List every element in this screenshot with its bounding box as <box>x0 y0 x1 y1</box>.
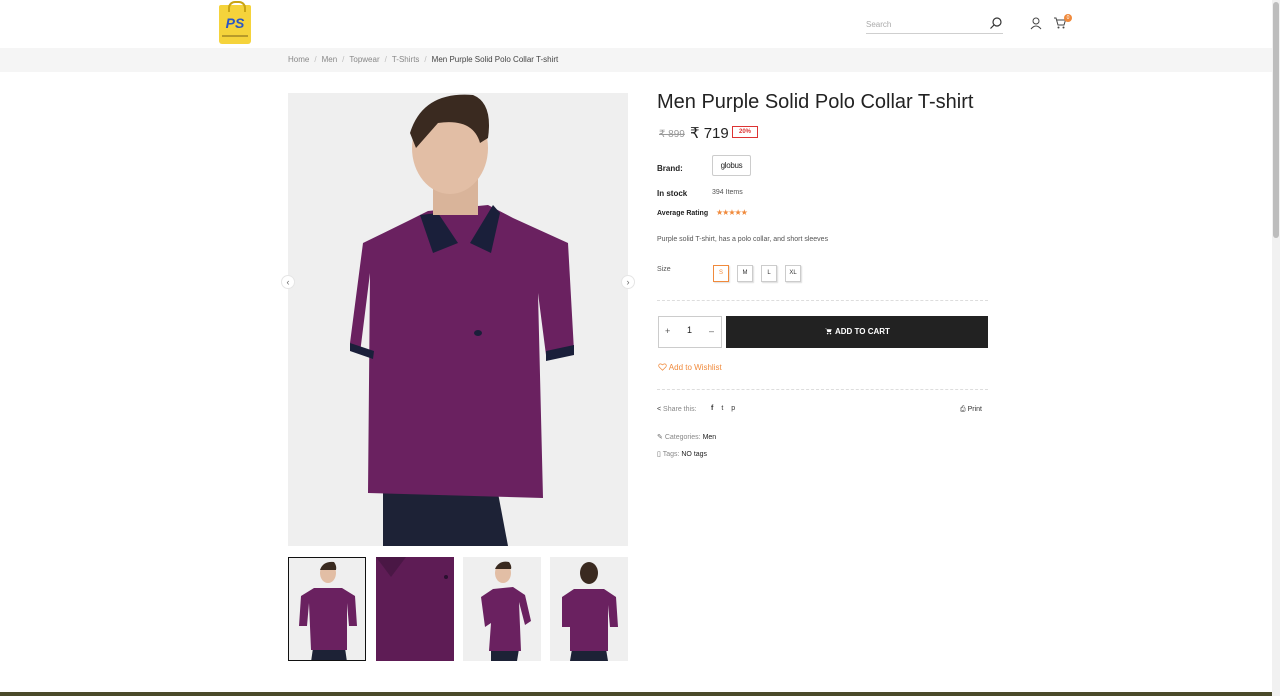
rating-stars: ★★★★★ <box>716 208 748 217</box>
share-icon: < <box>657 406 662 413</box>
product-description: Purple solid T-shirt, has a polo collar,… <box>657 236 829 243</box>
breadcrumb: Home / Men / Topwear / T-Shirts / Men Purple Sol… <box>288 55 559 64</box>
qty-increase-button[interactable]: + <box>665 326 670 336</box>
cart-count-badge: 0 <box>1064 14 1072 22</box>
gallery-next-arrow[interactable]: › <box>621 275 635 289</box>
categories-row: ✎ Categories: Men <box>657 433 716 441</box>
gallery-prev-arrow[interactable]: ‹ <box>281 275 295 289</box>
breadcrumb-bar: Home / Men / Topwear / T-Shirts / Men Purple Sol… <box>0 48 1272 72</box>
logo-text: PS <box>225 15 245 31</box>
wishlist-label: Add to Wishlist <box>668 363 722 372</box>
tags-row: ▯ Tags: NO tags <box>657 450 707 458</box>
breadcrumb-current: Men Purple Solid Polo Collar T-shirt <box>431 55 559 64</box>
tags-label: Tags: <box>662 451 680 458</box>
search-input[interactable] <box>866 15 984 34</box>
gallery-thumbnail-2[interactable] <box>376 557 454 661</box>
add-to-cart-button[interactable]: ADD TO CART <box>726 316 988 348</box>
twitter-icon[interactable]: t <box>721 405 723 412</box>
user-icon[interactable] <box>1029 16 1043 30</box>
product-title: Men Purple Solid Polo Collar T-shirt <box>657 91 974 113</box>
discount-badge: 20% <box>732 126 758 138</box>
print-button[interactable]: ⎙ Print <box>960 406 982 414</box>
size-option-xl[interactable]: XL <box>785 265 801 282</box>
footer-edge <box>0 692 1272 696</box>
divider <box>657 300 988 301</box>
size-option-s[interactable]: S <box>713 265 729 282</box>
size-label: Size <box>657 266 671 273</box>
stock-value: 394 Items <box>712 189 743 196</box>
original-price: ₹ 899 <box>659 129 685 140</box>
model-photo <box>288 93 628 546</box>
brand-logo[interactable]: globus <box>712 155 751 176</box>
add-to-wishlist-link[interactable]: Add to Wishlist <box>658 363 722 372</box>
qty-decrease-button[interactable]: – <box>709 326 714 336</box>
breadcrumb-men[interactable]: Men <box>322 55 338 64</box>
stock-label: In stock <box>657 189 688 198</box>
pinterest-icon[interactable]: p <box>731 405 735 412</box>
tags-value: NO tags <box>681 451 708 458</box>
cart-icon <box>825 328 832 335</box>
printer-icon: ⎙ <box>960 406 966 413</box>
divider <box>657 389 988 390</box>
add-to-cart-label: ADD TO CART <box>834 327 890 336</box>
share-label: Share this: <box>663 406 697 413</box>
social-links: ftp <box>711 405 743 412</box>
brand-label: Brand: <box>657 164 683 173</box>
share-section: < Share this: <box>657 406 697 413</box>
qty-value[interactable]: 1 <box>687 325 692 335</box>
heart-icon <box>658 363 667 371</box>
rating-label: Average Rating <box>657 210 709 217</box>
sale-price: ₹ 719 <box>690 125 729 142</box>
tag-icon: ▯ <box>657 451 661 458</box>
size-option-m[interactable]: M <box>737 265 753 282</box>
facebook-icon[interactable]: f <box>711 405 713 412</box>
pencil-icon: ✎ <box>657 434 663 441</box>
size-option-l[interactable]: L <box>761 265 777 282</box>
category-link-men[interactable]: Men <box>703 434 717 441</box>
store-logo[interactable]: PS <box>219 1 251 44</box>
breadcrumb-topwear[interactable]: Topwear <box>349 55 379 64</box>
breadcrumb-home[interactable]: Home <box>288 55 309 64</box>
search-icon[interactable] <box>989 16 1003 30</box>
breadcrumb-tshirts[interactable]: T-Shirts <box>392 55 420 64</box>
product-main-image[interactable] <box>288 93 628 546</box>
top-navbar: PS 0 <box>0 0 1272 48</box>
gallery-thumbnail-1[interactable] <box>288 557 366 661</box>
search-box <box>866 14 1003 34</box>
gallery-thumbnail-3[interactable] <box>463 557 541 661</box>
scrollbar-thumb[interactable] <box>1273 2 1279 238</box>
quantity-stepper: + 1 – <box>658 316 722 348</box>
categories-label: Categories: <box>664 434 701 441</box>
gallery-thumbnail-4[interactable] <box>550 557 628 661</box>
print-label: Print <box>967 406 982 413</box>
